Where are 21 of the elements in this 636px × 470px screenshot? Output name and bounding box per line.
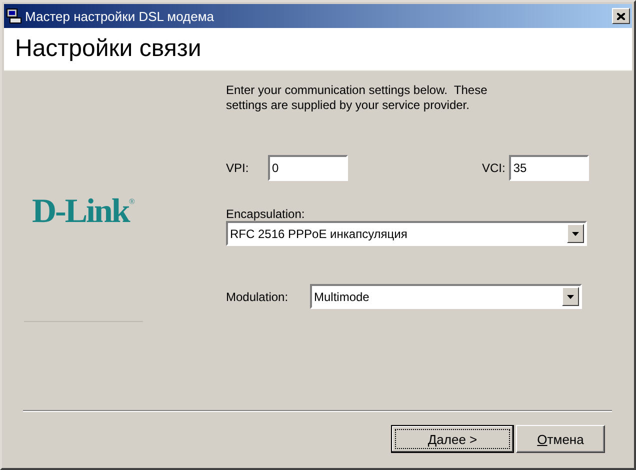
- modulation-dropdown[interactable]: Multimode: [310, 284, 582, 309]
- close-button[interactable]: [612, 8, 630, 24]
- encapsulation-dropdown[interactable]: RFC 2516 PPPoE инкапсуляция: [226, 221, 587, 246]
- encapsulation-label: Encapsulation:: [226, 207, 306, 221]
- cancel-button[interactable]: Отмена: [516, 425, 605, 453]
- vpi-label: VPI:: [226, 161, 250, 175]
- page-title: Настройки связи: [15, 35, 202, 63]
- computer-icon: [6, 8, 22, 24]
- dropdown-arrow-icon: [572, 232, 579, 236]
- modulation-label: Modulation:: [226, 290, 290, 304]
- vpi-field[interactable]: 0: [268, 155, 348, 181]
- dropdown-button[interactable]: [567, 224, 584, 243]
- dropdown-arrow-icon: [567, 294, 574, 298]
- instructions-text: Enter your communication settings below. These settings are supplied by your service provider.: [226, 83, 488, 113]
- logo: D-Link®: [32, 195, 136, 229]
- close-icon: [617, 12, 625, 20]
- dropdown-button[interactable]: [562, 287, 579, 306]
- window-title: Мастер настройки DSL модема: [25, 8, 216, 24]
- vci-label: VCI:: [482, 161, 506, 175]
- next-button[interactable]: Далее >: [391, 425, 514, 453]
- vci-field[interactable]: 35: [509, 155, 590, 181]
